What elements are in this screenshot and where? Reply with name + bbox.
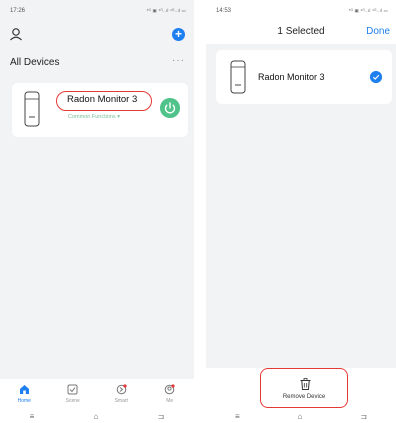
device-card[interactable]: Radon Monitor 3 Common Functions ▾ [12,83,188,137]
status-time: 14:53 [216,8,232,14]
home-nav-button[interactable]: ⌂ [298,412,303,421]
tab-label: Home [17,398,31,404]
radon-monitor-icon [24,91,40,127]
me-icon [164,384,175,395]
radon-monitor-icon [230,60,246,94]
menu-nav-button[interactable]: ≡ [30,412,35,421]
smart-icon [116,384,127,395]
tab-me[interactable]: Me [150,384,190,404]
section-title: All Devices [10,57,60,68]
tab-home[interactable]: Home [4,384,44,404]
tab-label: Me [166,398,174,404]
more-options-button[interactable]: ··· [172,55,185,66]
trash-icon [300,378,311,390]
menu-nav-button[interactable]: ≡ [235,412,240,421]
system-nav-bar: ≡ ⌂ ⊐ [206,409,396,423]
tab-bar: Home Scene Smart Me [0,379,194,409]
status-bar: 17:26 ⁵ᴳ ▣ ⁴ᴳ..ıl ⁴ᴳ..ıl ▭ [0,0,194,22]
select-devices-screen: 14:53 ⁵ᴳ ▣ ⁴ᴳ..ıl ⁴ᴳ..ıl ▭ 1 Selected Do… [206,0,396,423]
tab-smart[interactable]: Smart [101,384,141,404]
device-name: Radon Monitor 3 [258,72,325,82]
back-nav-button[interactable]: ⊐ [360,412,367,421]
power-button[interactable] [160,98,180,118]
system-nav-bar: ≡ ⌂ ⊐ [0,409,194,423]
tab-label: Smart [114,398,128,404]
device-list-screen: 17:26 ⁵ᴳ ▣ ⁴ᴳ..ıl ⁴ᴳ..ıl ▭ + All Devices… [0,0,194,423]
tab-scene[interactable]: Scene [53,384,93,404]
home-nav-button[interactable]: ⌂ [94,412,99,421]
back-nav-button[interactable]: ⊐ [158,412,165,421]
profile-icon[interactable] [9,27,23,41]
common-functions-link[interactable]: Common Functions ▾ [68,114,120,120]
device-name: Radon Monitor 3 [67,94,138,105]
action-bar: Remove Device [206,368,396,409]
status-icons: ⁵ᴳ ▣ ⁴ᴳ..ıl ⁴ᴳ..ıl ▭ [146,8,186,13]
tab-label: Scene [65,398,80,404]
status-bar: 14:53 ⁵ᴳ ▣ ⁴ᴳ..ıl ⁴ᴳ..ıl ▭ [206,0,396,22]
scene-icon [67,384,78,395]
remove-device-label: Remove Device [282,394,326,400]
status-time: 17:26 [10,8,26,14]
done-button[interactable]: Done [366,26,390,37]
checkmark-icon[interactable] [370,71,382,83]
remove-device-button[interactable]: Remove Device [260,368,348,408]
status-icons: ⁵ᴳ ▣ ⁴ᴳ..ıl ⁴ᴳ..ıl ▭ [348,8,388,13]
home-icon [19,385,29,394]
selected-device-card[interactable]: Radon Monitor 3 [216,50,392,104]
add-device-button[interactable]: + [172,28,185,41]
